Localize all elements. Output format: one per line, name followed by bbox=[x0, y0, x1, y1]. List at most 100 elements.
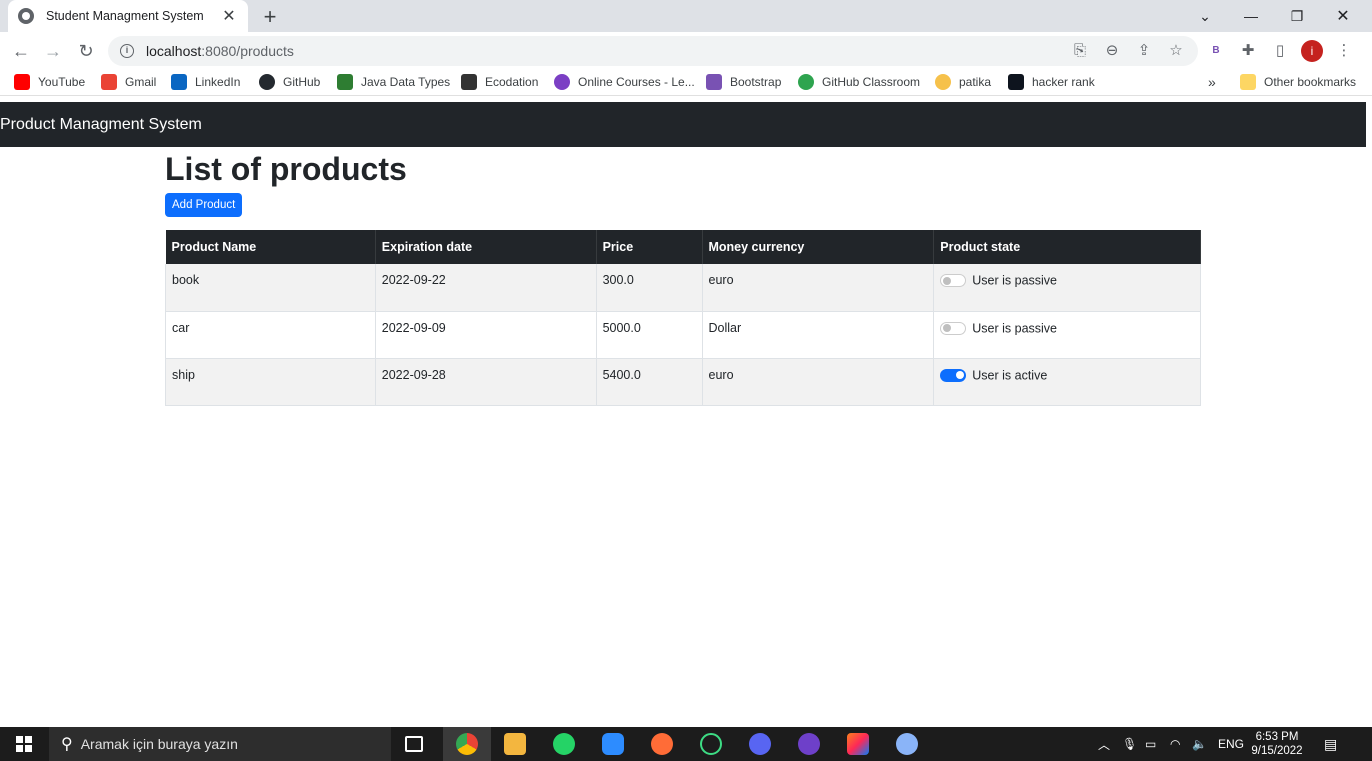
bootstrap-icon bbox=[706, 74, 722, 90]
back-icon[interactable]: ← bbox=[10, 40, 32, 62]
bookmark-other[interactable]: Other bookmarks bbox=[1240, 74, 1356, 90]
product-name-cell: car bbox=[165, 311, 376, 359]
state-label: User is active bbox=[972, 368, 1048, 383]
bookmark-ecodation[interactable]: Ecodation bbox=[461, 74, 538, 90]
state-cell: User is passive bbox=[933, 264, 1201, 312]
restore-icon[interactable]: ❐ bbox=[1274, 0, 1320, 32]
currency-cell: Dollar bbox=[702, 311, 935, 359]
bookmark-gmail[interactable]: Gmail bbox=[101, 74, 156, 90]
bookmark-label: Bootstrap bbox=[730, 75, 782, 89]
clock-time: 6:53 PM bbox=[1255, 731, 1299, 743]
bookmark-youtube[interactable]: YouTube bbox=[14, 74, 85, 90]
bookmark-bootstrap[interactable]: Bootstrap bbox=[706, 74, 781, 90]
price-cell: 5000.0 bbox=[596, 311, 703, 359]
state-label: User is passive bbox=[972, 321, 1058, 336]
forward-icon[interactable]: → bbox=[42, 40, 64, 62]
product-name-cell: ship bbox=[165, 358, 376, 406]
language-indicator[interactable]: ENG bbox=[1218, 727, 1244, 761]
column-header: Product Name bbox=[165, 230, 376, 264]
bookmark-label: hacker rank bbox=[1032, 75, 1095, 89]
products-table: Product Name Expiration date Price Money… bbox=[165, 230, 1201, 406]
bookmark-linkedin[interactable]: LinkedIn bbox=[171, 74, 240, 90]
toggle-knob bbox=[956, 371, 965, 380]
app-navbar: Product Managment System bbox=[0, 102, 1366, 147]
postman-icon[interactable] bbox=[651, 733, 673, 755]
notifications-icon[interactable]: ▤ bbox=[1324, 727, 1337, 761]
state-toggle[interactable] bbox=[940, 321, 967, 335]
bookmark-hacker-rank[interactable]: hacker rank bbox=[1008, 74, 1095, 90]
column-header: Product state bbox=[933, 230, 1201, 264]
expiration-cell: 2022-09-09 bbox=[375, 311, 597, 359]
new-tab-icon[interactable]: + bbox=[258, 4, 282, 30]
upwork-icon[interactable] bbox=[700, 733, 722, 755]
tab-title: Student Managment System bbox=[46, 9, 204, 23]
minimize-icon[interactable]: — bbox=[1228, 0, 1274, 32]
currency-cell: euro bbox=[702, 358, 935, 406]
discord-icon[interactable] bbox=[749, 733, 771, 755]
zoom-icon[interactable]: ⊖ bbox=[1102, 41, 1122, 61]
bookmarks-bar: YouTube Gmail LinkedIn GitHub Java Data … bbox=[0, 70, 1372, 96]
folder-icon bbox=[1240, 74, 1256, 90]
bookmark-label: GitHub bbox=[283, 75, 321, 89]
task-view-icon[interactable] bbox=[405, 736, 423, 752]
expiration-cell: 2022-09-28 bbox=[375, 358, 597, 406]
profile-avatar[interactable]: i bbox=[1301, 40, 1323, 62]
bookmark-patika[interactable]: patika bbox=[935, 74, 991, 90]
share-icon[interactable]: ⇪ bbox=[1134, 41, 1154, 61]
table-header-row: Product Name Expiration date Price Money… bbox=[165, 230, 1201, 264]
close-window-icon[interactable]: ✕ bbox=[1320, 0, 1366, 32]
browser-tab[interactable]: Student Managment System ✕ bbox=[8, 0, 248, 32]
paint-icon[interactable] bbox=[896, 733, 918, 755]
product-name-cell: book bbox=[165, 264, 376, 312]
tab-search-icon[interactable]: ⌄ bbox=[1182, 0, 1228, 32]
file-explorer-icon[interactable] bbox=[504, 733, 526, 755]
youtube-icon bbox=[14, 74, 30, 90]
expiration-cell: 2022-09-22 bbox=[375, 264, 597, 312]
start-button[interactable] bbox=[0, 727, 48, 761]
bookmark-java-data-types[interactable]: Java Data Types bbox=[337, 74, 450, 90]
zoom-app-icon[interactable] bbox=[602, 733, 624, 755]
whatsapp-icon[interactable] bbox=[553, 733, 575, 755]
wifi-icon[interactable]: ◠ bbox=[1170, 727, 1180, 761]
extensions-icon[interactable]: ✚ bbox=[1238, 41, 1258, 61]
linkedin-icon bbox=[171, 74, 187, 90]
address-bar[interactable]: i localhost:8080/products bbox=[108, 36, 1198, 66]
browser-tab-strip: Student Managment System ✕ + ⌄ — ❐ ✕ bbox=[0, 0, 1372, 32]
github-desktop-icon[interactable] bbox=[798, 733, 820, 755]
table-row: car 2022-09-09 5000.0 Dollar User is pas… bbox=[165, 311, 1201, 359]
bookmark-star-icon[interactable]: ☆ bbox=[1166, 41, 1186, 61]
battery-icon[interactable]: ▭ bbox=[1145, 727, 1156, 761]
bookmark-online-courses[interactable]: Online Courses - Le... bbox=[554, 74, 695, 90]
add-product-button[interactable]: Add Product bbox=[165, 193, 243, 217]
state-toggle[interactable] bbox=[940, 368, 967, 382]
bookmark-label: Ecodation bbox=[485, 75, 539, 89]
volume-icon[interactable]: 🔈 bbox=[1192, 727, 1207, 761]
bookmark-label: patika bbox=[959, 75, 992, 89]
more-bookmarks-icon[interactable]: » bbox=[1208, 74, 1216, 90]
bookmark-github-classroom[interactable]: GitHub Classroom bbox=[798, 74, 920, 90]
bookmark-label: Other bookmarks bbox=[1264, 75, 1357, 89]
bootstrap-extension-icon[interactable]: B bbox=[1206, 41, 1226, 61]
search-placeholder: Aramak için buraya yazın bbox=[80, 736, 238, 752]
state-toggle[interactable] bbox=[940, 274, 967, 288]
bookmark-github[interactable]: GitHub bbox=[259, 74, 320, 90]
site-info-icon[interactable]: i bbox=[120, 44, 134, 58]
show-hidden-icons[interactable]: ︿ bbox=[1098, 727, 1110, 761]
intellij-icon[interactable] bbox=[847, 733, 869, 755]
udemy-icon bbox=[554, 74, 570, 90]
clock[interactable]: 6:53 PM 9/15/2022 bbox=[1250, 730, 1304, 758]
state-label: User is passive bbox=[972, 273, 1058, 288]
windows-logo-icon bbox=[16, 736, 32, 752]
bookmark-label: GitHub Classroom bbox=[822, 75, 921, 89]
column-header: Expiration date bbox=[375, 230, 597, 264]
side-panel-icon[interactable]: ▯ bbox=[1270, 41, 1290, 61]
menu-icon[interactable]: ⋮ bbox=[1334, 41, 1354, 61]
translate-icon[interactable]: ⎘ bbox=[1070, 41, 1090, 61]
close-tab-icon[interactable]: ✕ bbox=[220, 6, 238, 26]
reload-icon[interactable]: ↻ bbox=[75, 40, 97, 62]
taskbar-search[interactable]: ⚲ Aramak için buraya yazın bbox=[49, 727, 391, 761]
search-icon: ⚲ bbox=[61, 736, 73, 753]
navbar-brand[interactable]: Product Managment System bbox=[0, 116, 202, 134]
microphone-icon[interactable]: 🎙 bbox=[1122, 727, 1137, 761]
chrome-taskbar-slot[interactable] bbox=[443, 727, 491, 761]
